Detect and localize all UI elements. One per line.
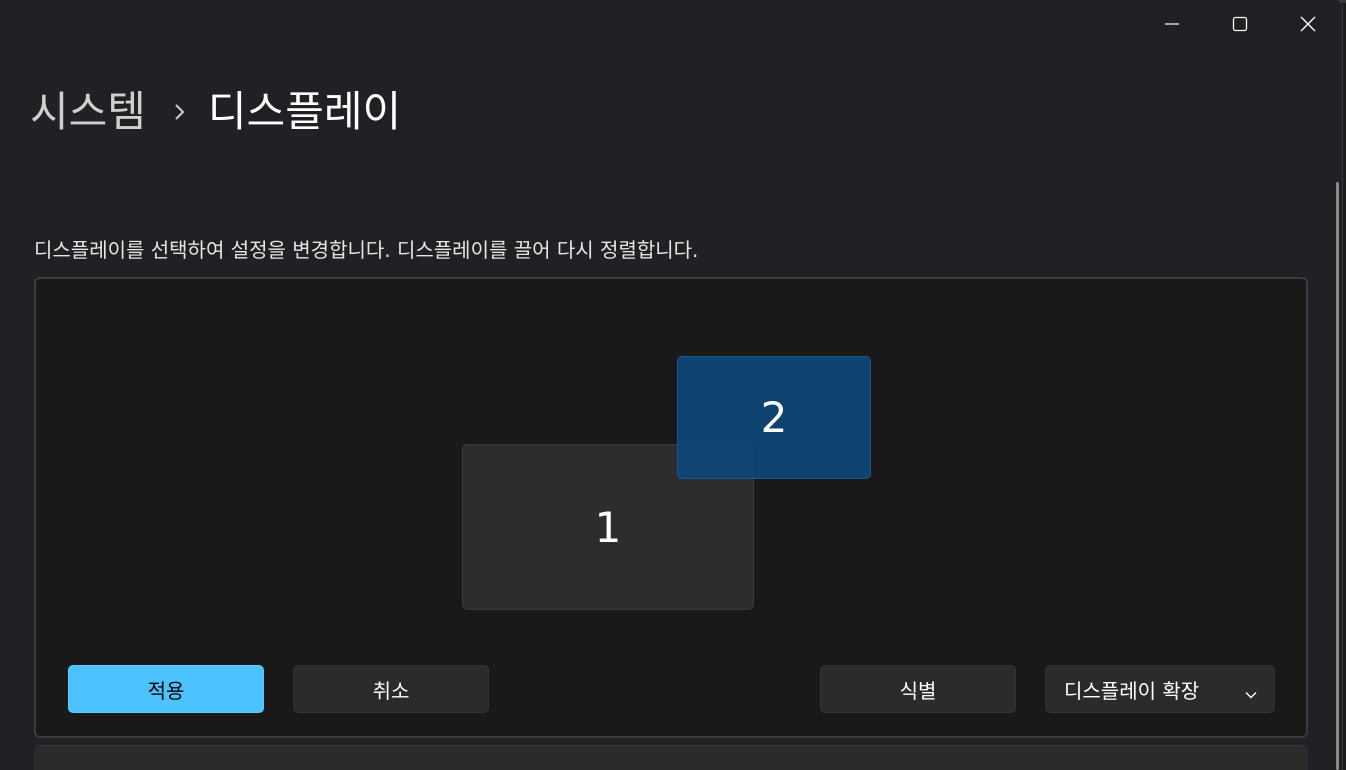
arrangement-instruction: 디스플레이를 선택하여 설정을 변경합니다. 디스플레이를 끌어 다시 정렬합니… bbox=[34, 238, 699, 262]
settings-window: 시스템 디스플레이 디스플레이를 선택하여 설정을 변경합니다. 디스플레이를 … bbox=[0, 0, 1343, 770]
vertical-scrollbar[interactable] bbox=[1336, 182, 1339, 770]
cancel-button-label: 취소 bbox=[372, 678, 410, 703]
monitor-1-label: 1 bbox=[594, 502, 622, 552]
minimize-icon bbox=[1164, 16, 1180, 32]
identify-button[interactable]: 식별 bbox=[820, 665, 1016, 713]
close-icon bbox=[1300, 16, 1316, 32]
breadcrumb-system-link[interactable]: 시스템 bbox=[30, 82, 146, 142]
identify-button-label: 식별 bbox=[899, 678, 937, 703]
maximize-icon bbox=[1232, 16, 1248, 32]
monitor-2[interactable]: 2 bbox=[677, 356, 871, 479]
apply-button-label: 적용 bbox=[147, 678, 185, 703]
close-button[interactable] bbox=[1274, 0, 1342, 48]
chevron-down-icon bbox=[1244, 683, 1258, 707]
page-title: 디스플레이 bbox=[207, 87, 402, 136]
cancel-button[interactable]: 취소 bbox=[293, 665, 489, 713]
next-settings-card bbox=[34, 745, 1308, 770]
display-mode-value: 디스플레이 확장 bbox=[1064, 678, 1200, 703]
apply-button[interactable]: 적용 bbox=[68, 665, 264, 713]
minimize-button[interactable] bbox=[1138, 0, 1206, 48]
display-arrangement-panel: 1 2 적용 취소 식별 디스플레이 확장 bbox=[34, 277, 1308, 738]
chevron-right-icon bbox=[174, 103, 186, 121]
maximize-button[interactable] bbox=[1206, 0, 1274, 48]
breadcrumb: 시스템 디스플레이 bbox=[30, 82, 401, 142]
monitor-2-label: 2 bbox=[760, 393, 788, 442]
display-mode-dropdown[interactable]: 디스플레이 확장 bbox=[1045, 665, 1275, 713]
